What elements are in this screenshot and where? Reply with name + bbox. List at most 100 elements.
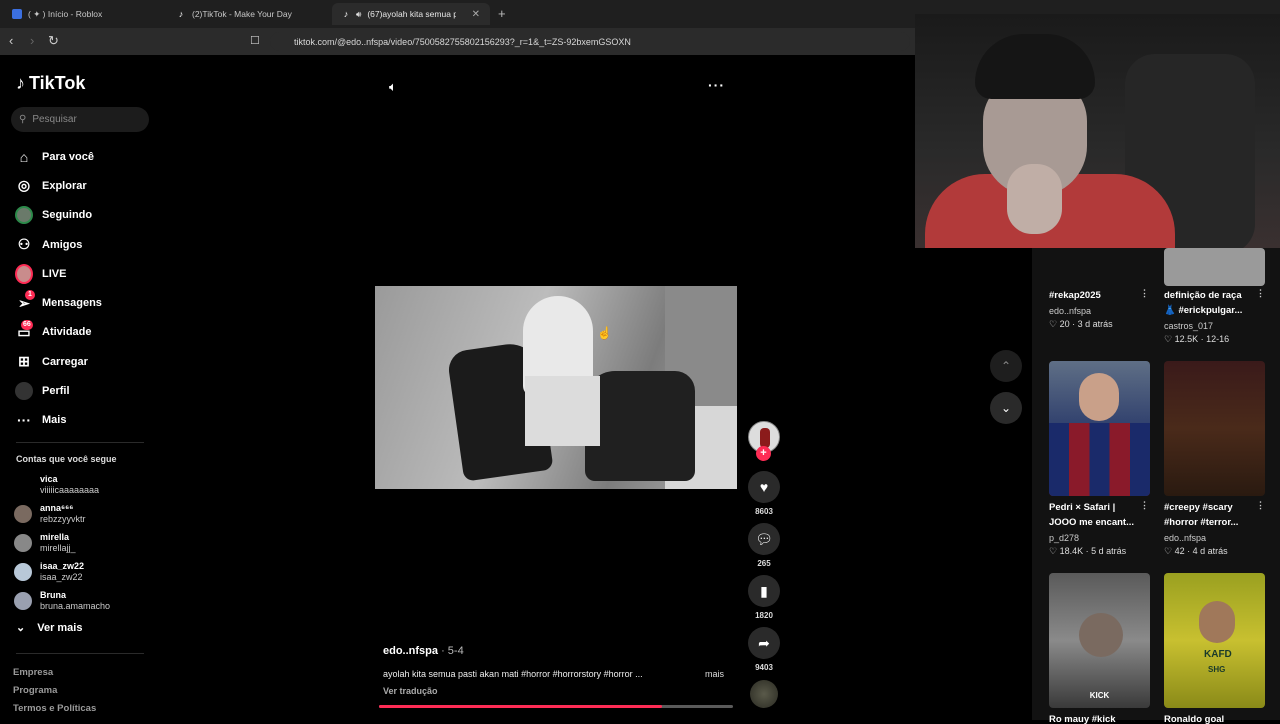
card-more-icon[interactable]: ⋮ — [1140, 500, 1149, 511]
url-field[interactable]: tiktok.com/@edo..nfspa/video/75005827558… — [270, 32, 910, 51]
search-input[interactable]: ⚲ Pesquisar — [11, 107, 149, 132]
nav-label: Explorar — [42, 179, 87, 192]
thumb-face — [1079, 373, 1119, 421]
profile-avatar — [15, 382, 33, 401]
follow-plus-icon[interactable]: + — [756, 446, 771, 461]
save-count: 1820 — [755, 611, 773, 620]
music-disc-icon[interactable] — [750, 680, 778, 708]
tab-roblox[interactable]: ( ✦ ) Início - Roblox — [2, 3, 162, 25]
card-title[interactable]: Ro mauy #kick — [1049, 712, 1141, 724]
new-tab-button[interactable]: + — [498, 6, 506, 21]
video-progress-fill — [379, 705, 663, 708]
like-button[interactable]: ♥ — [748, 471, 780, 503]
video-progress-bar[interactable] — [379, 705, 733, 708]
bookmark-icon[interactable]: ☐ — [250, 34, 260, 47]
caption-more-link[interactable]: mais — [705, 669, 724, 679]
footer-link-termos[interactable]: Termos e Políticas — [13, 703, 96, 714]
tiktok-favicon-icon: ♪ — [178, 9, 184, 19]
card-likes: 18.4K — [1059, 546, 1084, 556]
previous-video-button[interactable]: ⌃ — [990, 350, 1022, 382]
tab-label: (2)TikTok - Make Your Day — [192, 9, 292, 19]
following-title: Contas que você segue — [16, 454, 117, 464]
forward-icon[interactable]: › — [30, 33, 34, 48]
card-likes: 20 — [1059, 319, 1070, 329]
following-item[interactable]: mirella mirellajj_ — [14, 529, 154, 557]
tiktok-note-icon: ♪ — [16, 73, 25, 93]
avatar — [14, 534, 32, 552]
video-thumbnail[interactable] — [1049, 361, 1150, 496]
card-title[interactable]: #creepy #scary #horror #terror... — [1164, 500, 1256, 532]
video-thumbnail[interactable] — [1164, 248, 1265, 286]
see-more-label: Ver mais — [37, 621, 83, 634]
tab-active-video[interactable]: ♪ 🔊︎ (67)ayolah kita semua pasti a ✕ — [332, 3, 490, 25]
comment-count: 265 — [757, 559, 771, 568]
nav-mensagens[interactable]: ➢ 1 Mensagens — [0, 288, 160, 317]
footer-link-programa[interactable]: Programa — [13, 685, 57, 696]
tiktok-logo[interactable]: ♪ TikTok — [16, 73, 85, 94]
avatar — [14, 592, 32, 610]
nav-perfil[interactable]: Perfil — [0, 376, 160, 405]
following-item[interactable]: anna⁶⁶⁶ rebzzyyvktr — [14, 500, 154, 528]
save-button[interactable]: ▮ — [748, 575, 780, 607]
card-author[interactable]: edo..nfspa — [1049, 306, 1091, 316]
nav-label: Para você — [42, 150, 94, 163]
close-tab-icon[interactable]: ✕ — [472, 9, 480, 20]
nav-explorar[interactable]: ◎ Explorar — [0, 171, 160, 200]
card-author[interactable]: castros_017 — [1164, 321, 1213, 331]
footer-link-empresa[interactable]: Empresa — [13, 667, 53, 678]
nav-mais[interactable]: ··· Mais — [0, 406, 160, 435]
card-more-icon[interactable]: ⋮ — [1140, 288, 1149, 299]
tab-label: (67)ayolah kita semua pasti a — [367, 9, 455, 19]
nav-live[interactable]: LIVE — [0, 259, 160, 288]
nav-amigos[interactable]: ⚇ Amigos — [0, 230, 160, 259]
card-more-icon[interactable]: ⋮ — [1256, 288, 1265, 299]
thumb-shirt — [1049, 423, 1150, 496]
card-age: 4 d atrás — [1192, 546, 1228, 556]
reload-icon[interactable]: ↻ — [48, 33, 59, 49]
following-handle: bruna.amamacho — [40, 601, 111, 611]
comment-button[interactable]: 💬︎ — [748, 523, 780, 555]
following-item[interactable]: vica viiiiicaaaaaaaa — [14, 471, 154, 499]
following-handle: mirellajj_ — [40, 543, 76, 553]
nav-label: Amigos — [42, 238, 83, 251]
sidebar: ♪ TikTok ⚲ Pesquisar ⌂ Para você ◎ Explo… — [0, 55, 160, 720]
author-name[interactable]: edo..nfspa — [383, 645, 438, 657]
video-frame[interactable] — [375, 286, 737, 489]
video-thumbnail[interactable] — [1164, 361, 1265, 496]
card-author[interactable]: edo..nfspa — [1164, 533, 1206, 543]
compass-icon: ◎ — [17, 177, 31, 194]
card-more-icon[interactable]: ⋮ — [1256, 500, 1265, 511]
following-item[interactable]: Bruna bruna.amamacho — [14, 587, 154, 615]
following-name: vica — [40, 474, 58, 484]
video-thumbnail[interactable]: KICK — [1049, 573, 1150, 708]
video-thumbnail[interactable]: KAFD SHG — [1164, 573, 1265, 708]
see-more-button[interactable]: ⌄ Ver mais — [16, 621, 83, 635]
search-icon: ⚲ — [19, 114, 27, 125]
following-handle: viiiiicaaaaaaaa — [40, 485, 100, 495]
card-title[interactable]: Pedri × Safari | JOOO me encant... — [1049, 500, 1141, 532]
live-avatar — [15, 263, 33, 284]
card-title[interactable]: #rekap2025 — [1049, 288, 1141, 303]
volume-icon[interactable]: 🔈︎ — [389, 79, 397, 95]
following-handle: isaa_zw22 — [40, 572, 83, 582]
chevron-down-icon: ⌄ — [16, 622, 26, 634]
like-count: 8603 — [755, 507, 773, 516]
share-button[interactable]: ➦ — [748, 627, 780, 659]
thumb-shg-text: SHG — [1208, 665, 1226, 674]
card-author[interactable]: p_d278 — [1049, 533, 1079, 543]
nav-atividade[interactable]: ▭ 66 Atividade — [0, 318, 160, 347]
more-options-icon[interactable]: ··· — [708, 77, 725, 93]
nav-seguindo[interactable]: Seguindo — [0, 201, 160, 230]
video-author[interactable]: edo..nfspa · 5-4 — [383, 645, 464, 657]
following-item[interactable]: isaa_zw22 isaa_zw22 — [14, 558, 154, 586]
card-title[interactable]: definição de raça 👗 #erickpulgar... — [1164, 288, 1256, 320]
divider — [16, 653, 144, 654]
tab-tiktok[interactable]: ♪ (2)TikTok - Make Your Day — [166, 3, 326, 25]
translate-link[interactable]: Ver tradução — [383, 686, 438, 696]
next-video-button[interactable]: ⌄ — [990, 392, 1022, 424]
nav-carregar[interactable]: ⊞ Carregar — [0, 347, 160, 376]
nav-para-voce[interactable]: ⌂ Para você — [0, 142, 160, 171]
heart-icon: ♥ — [759, 479, 769, 495]
card-title[interactable]: Ronaldo goal — [1164, 712, 1256, 724]
back-icon[interactable]: ‹ — [9, 33, 13, 48]
